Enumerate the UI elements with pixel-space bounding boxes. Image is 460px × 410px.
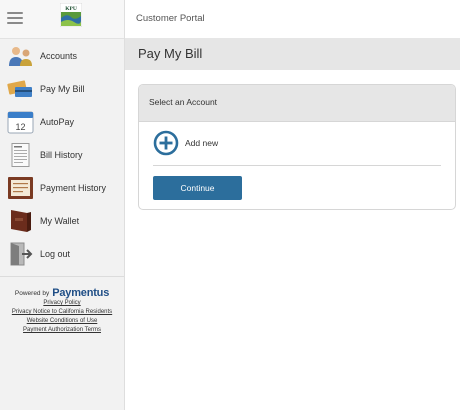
accounts-icon xyxy=(9,46,32,66)
sidebar-item-log-out[interactable]: Log out xyxy=(0,237,124,270)
invoice-icon xyxy=(11,142,30,167)
paymentus-logo: Paymentus xyxy=(52,287,110,299)
website-conditions-link[interactable]: Website Conditions of Use xyxy=(0,317,124,326)
california-privacy-notice-link[interactable]: Privacy Notice to California Residents xyxy=(0,308,124,317)
sidebar-nav: Accounts Pay My Bill 12 AutoPay Bill His… xyxy=(0,39,124,270)
sidebar-footer: Powered by Paymentus Privacy Policy Priv… xyxy=(0,276,124,335)
plus-circle-icon xyxy=(153,130,179,156)
continue-button[interactable]: Continue xyxy=(153,176,242,200)
kpu-logo: KPU xyxy=(60,3,82,27)
sidebar-item-label: Payment History xyxy=(40,182,107,193)
powered-by: Powered by Paymentus xyxy=(0,287,124,299)
sidebar-item-label: Pay My Bill xyxy=(40,83,85,94)
payment-authorization-terms-link[interactable]: Payment Authorization Terms xyxy=(0,326,124,335)
payment-history-icon xyxy=(8,176,33,199)
powered-by-text: Powered by xyxy=(14,289,50,297)
page-title: Pay My Bill xyxy=(138,46,203,61)
sidebar-item-label: AutoPay xyxy=(40,116,75,127)
card-header: Select an Account xyxy=(139,85,455,122)
add-new-label: Add new xyxy=(185,138,219,148)
sidebar-item-autopay[interactable]: 12 AutoPay xyxy=(0,105,124,138)
sidebar-item-label: Log out xyxy=(40,248,71,259)
portal-title: Customer Portal xyxy=(136,13,205,24)
privacy-policy-link[interactable]: Privacy Policy xyxy=(0,299,124,308)
logout-icon xyxy=(10,242,33,265)
svg-text:12: 12 xyxy=(15,122,25,132)
wallet-icon xyxy=(11,209,31,232)
sidebar-item-payment-history[interactable]: Payment History xyxy=(0,171,124,204)
select-account-card: Select an Account Add new Continue xyxy=(138,84,456,210)
sidebar-item-accounts[interactable]: Accounts xyxy=(0,39,124,72)
sidebar-item-label: My Wallet xyxy=(40,215,80,226)
sidebar-item-label: Accounts xyxy=(40,50,78,61)
page-header: Pay My Bill xyxy=(125,38,460,70)
sidebar-header: KPU xyxy=(0,0,124,39)
top-bar: Customer Portal xyxy=(125,0,460,38)
hamburger-menu-icon[interactable] xyxy=(7,12,23,25)
sidebar-item-pay-my-bill[interactable]: Pay My Bill xyxy=(0,72,124,105)
sidebar-item-label: Bill History xyxy=(40,149,83,160)
card-title: Select an Account xyxy=(149,97,218,107)
divider xyxy=(153,165,441,166)
sidebar-item-my-wallet[interactable]: My Wallet xyxy=(0,204,124,237)
calendar-icon: 12 xyxy=(7,111,34,133)
pay-bill-icon xyxy=(7,79,32,97)
sidebar-item-bill-history[interactable]: Bill History xyxy=(0,138,124,171)
sidebar: KPU Accounts Pay My Bill 12 AutoPay Bill… xyxy=(0,0,125,410)
svg-text:KPU: KPU xyxy=(65,6,77,12)
add-new-account-button[interactable]: Add new xyxy=(153,130,218,156)
